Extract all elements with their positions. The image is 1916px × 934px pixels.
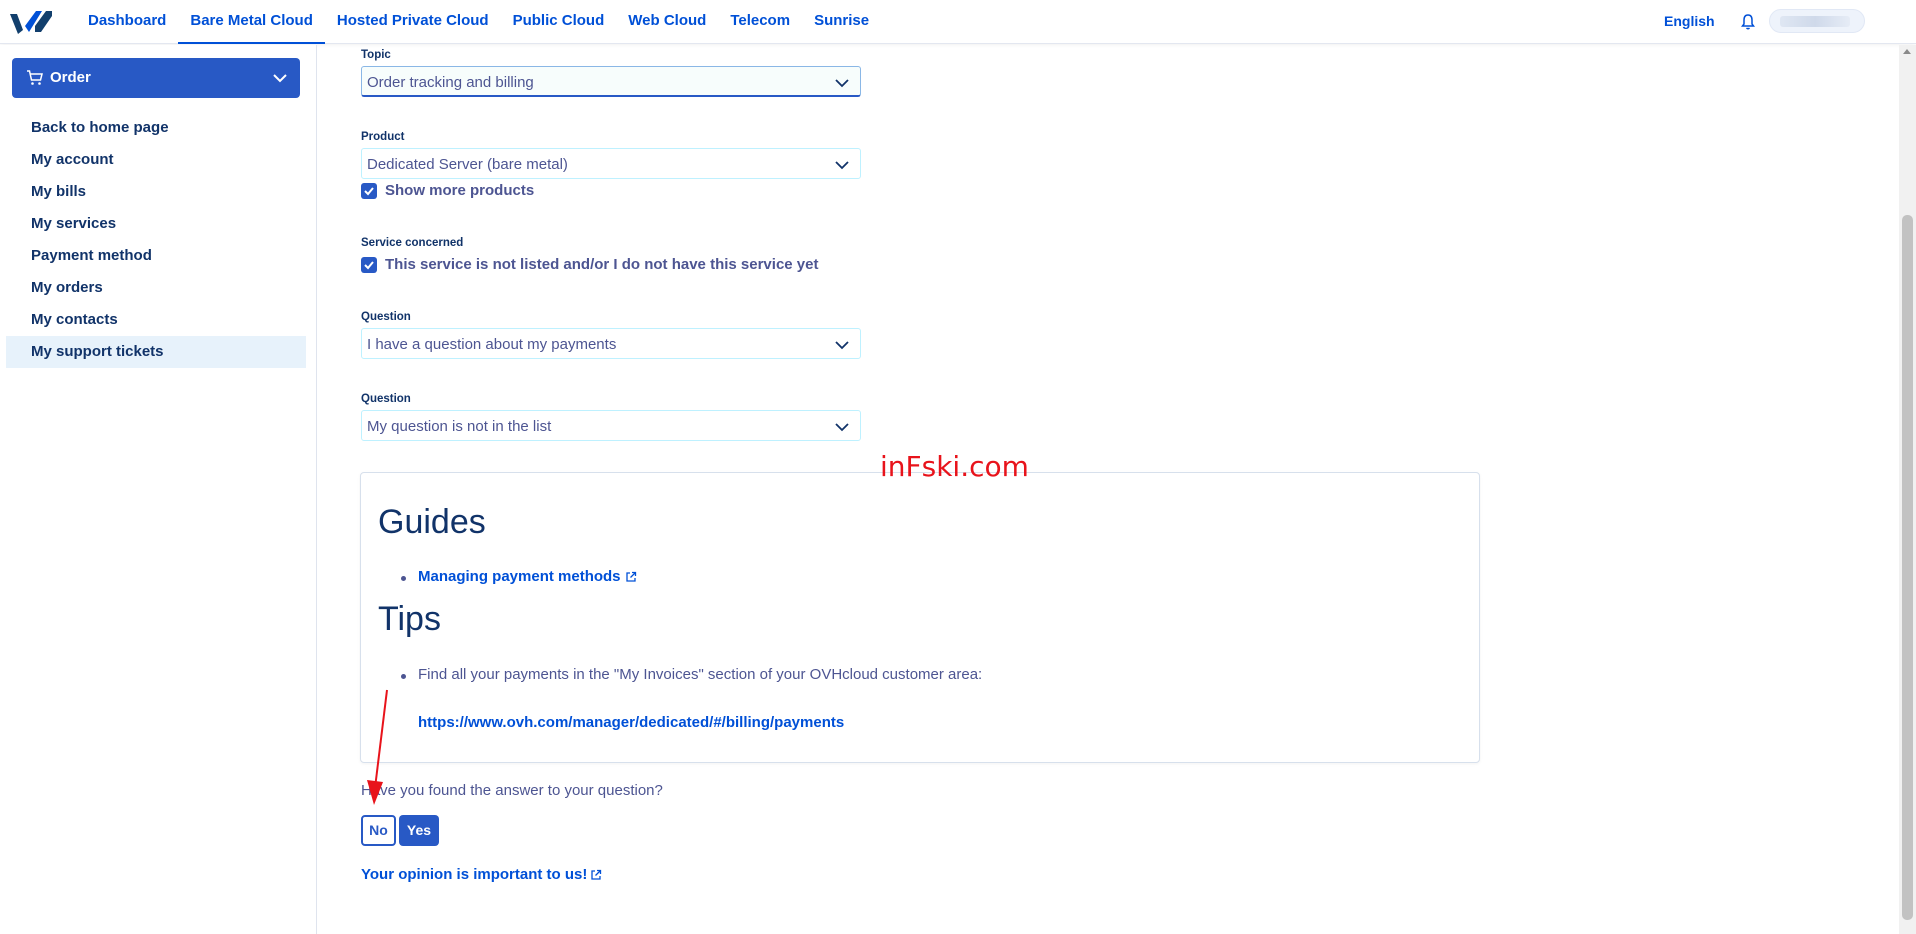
question2-select[interactable]: My question is not in the list — [361, 410, 861, 441]
question1-label: Question — [361, 311, 411, 323]
tips-heading: Tips — [378, 600, 441, 638]
service-not-listed-checkbox[interactable] — [361, 257, 377, 273]
nav-telecom[interactable]: Telecom — [718, 0, 802, 44]
scrollbar-thumb[interactable] — [1902, 215, 1913, 920]
opinion-link[interactable]: Your opinion is important to us! — [361, 866, 587, 883]
question1-value: I have a question about my payments — [367, 336, 617, 353]
nav-web-cloud[interactable]: Web Cloud — [616, 0, 718, 44]
product-select[interactable]: Dedicated Server (bare metal) — [361, 148, 861, 179]
yes-button[interactable]: Yes — [399, 815, 439, 846]
nav-hosted-private-cloud[interactable]: Hosted Private Cloud — [325, 0, 501, 44]
sidebar-item-my-contacts[interactable]: My contacts — [6, 304, 306, 336]
no-button[interactable]: No — [361, 815, 396, 846]
sidebar-item-back-home[interactable]: Back to home page — [6, 112, 306, 144]
sidebar-menu: Back to home page My account My bills My… — [6, 112, 306, 368]
blurred-username — [1780, 16, 1850, 27]
order-button[interactable]: Order — [12, 58, 300, 98]
sidebar-item-my-support-tickets[interactable]: My support tickets — [6, 336, 306, 368]
question1-select[interactable]: I have a question about my payments — [361, 328, 861, 359]
tip-billing-url-link[interactable]: https://www.ovh.com/manager/dedicated/#/… — [418, 714, 844, 731]
top-navigation-bar: Dashboard Bare Metal Cloud Hosted Privat… — [0, 0, 1916, 44]
feedback-question: Have you found the answer to your questi… — [361, 782, 663, 799]
guides-tips-card: Guides Managing payment methods Tips Fin… — [360, 472, 1480, 763]
external-link-icon — [591, 869, 602, 880]
show-more-products-label[interactable]: Show more products — [385, 182, 534, 199]
topic-label: Topic — [361, 49, 391, 61]
sidebar-item-my-orders[interactable]: My orders — [6, 272, 306, 304]
chevron-down-icon — [835, 79, 849, 88]
nav-sunrise[interactable]: Sunrise — [802, 0, 881, 44]
ovhcloud-logo[interactable] — [8, 8, 54, 36]
tip-text: Find all your payments in the "My Invoic… — [418, 666, 983, 683]
nav-dashboard[interactable]: Dashboard — [76, 0, 178, 44]
guides-heading: Guides — [378, 503, 486, 541]
checkmark-icon — [364, 261, 374, 270]
chevron-down-icon — [835, 423, 849, 432]
chevron-down-icon — [835, 161, 849, 170]
sidebar-item-my-account[interactable]: My account — [6, 144, 306, 176]
bell-icon[interactable] — [1738, 12, 1758, 32]
service-concerned-label: Service concerned — [361, 237, 464, 249]
checkmark-icon — [364, 187, 374, 196]
sidebar-item-my-bills[interactable]: My bills — [6, 176, 306, 208]
nav-public-cloud[interactable]: Public Cloud — [501, 0, 617, 44]
main-nav: Dashboard Bare Metal Cloud Hosted Privat… — [76, 0, 881, 44]
external-link-icon — [626, 571, 637, 582]
order-label: Order — [50, 69, 91, 86]
show-more-products-checkbox[interactable] — [361, 183, 377, 199]
user-menu[interactable] — [1769, 9, 1865, 33]
question2-label: Question — [361, 393, 411, 405]
red-arrow-annotation — [367, 689, 388, 805]
sidebar: Order Back to home page My account My bi… — [0, 45, 317, 934]
watermark-text: inFski.com — [880, 450, 1029, 483]
cart-icon — [27, 70, 43, 85]
sidebar-item-payment-method[interactable]: Payment method — [6, 240, 306, 272]
service-not-listed-label[interactable]: This service is not listed and/or I do n… — [385, 256, 818, 273]
nav-bare-metal-cloud[interactable]: Bare Metal Cloud — [178, 0, 325, 44]
topic-value: Order tracking and billing — [367, 74, 534, 91]
bullet — [401, 674, 406, 679]
chevron-down-icon — [835, 341, 849, 350]
topic-select[interactable]: Order tracking and billing — [361, 66, 861, 97]
guide-link-managing-payment-methods[interactable]: Managing payment methods — [418, 568, 621, 585]
sidebar-item-my-services[interactable]: My services — [6, 208, 306, 240]
product-value: Dedicated Server (bare metal) — [367, 156, 568, 173]
product-label: Product — [361, 131, 405, 143]
scroll-up-arrow-icon[interactable] — [1903, 49, 1911, 54]
chevron-down-icon — [273, 74, 287, 83]
page-scrollbar[interactable] — [1899, 45, 1916, 934]
question2-value: My question is not in the list — [367, 418, 552, 435]
language-selector[interactable]: English — [1664, 13, 1715, 29]
bullet — [401, 576, 406, 581]
